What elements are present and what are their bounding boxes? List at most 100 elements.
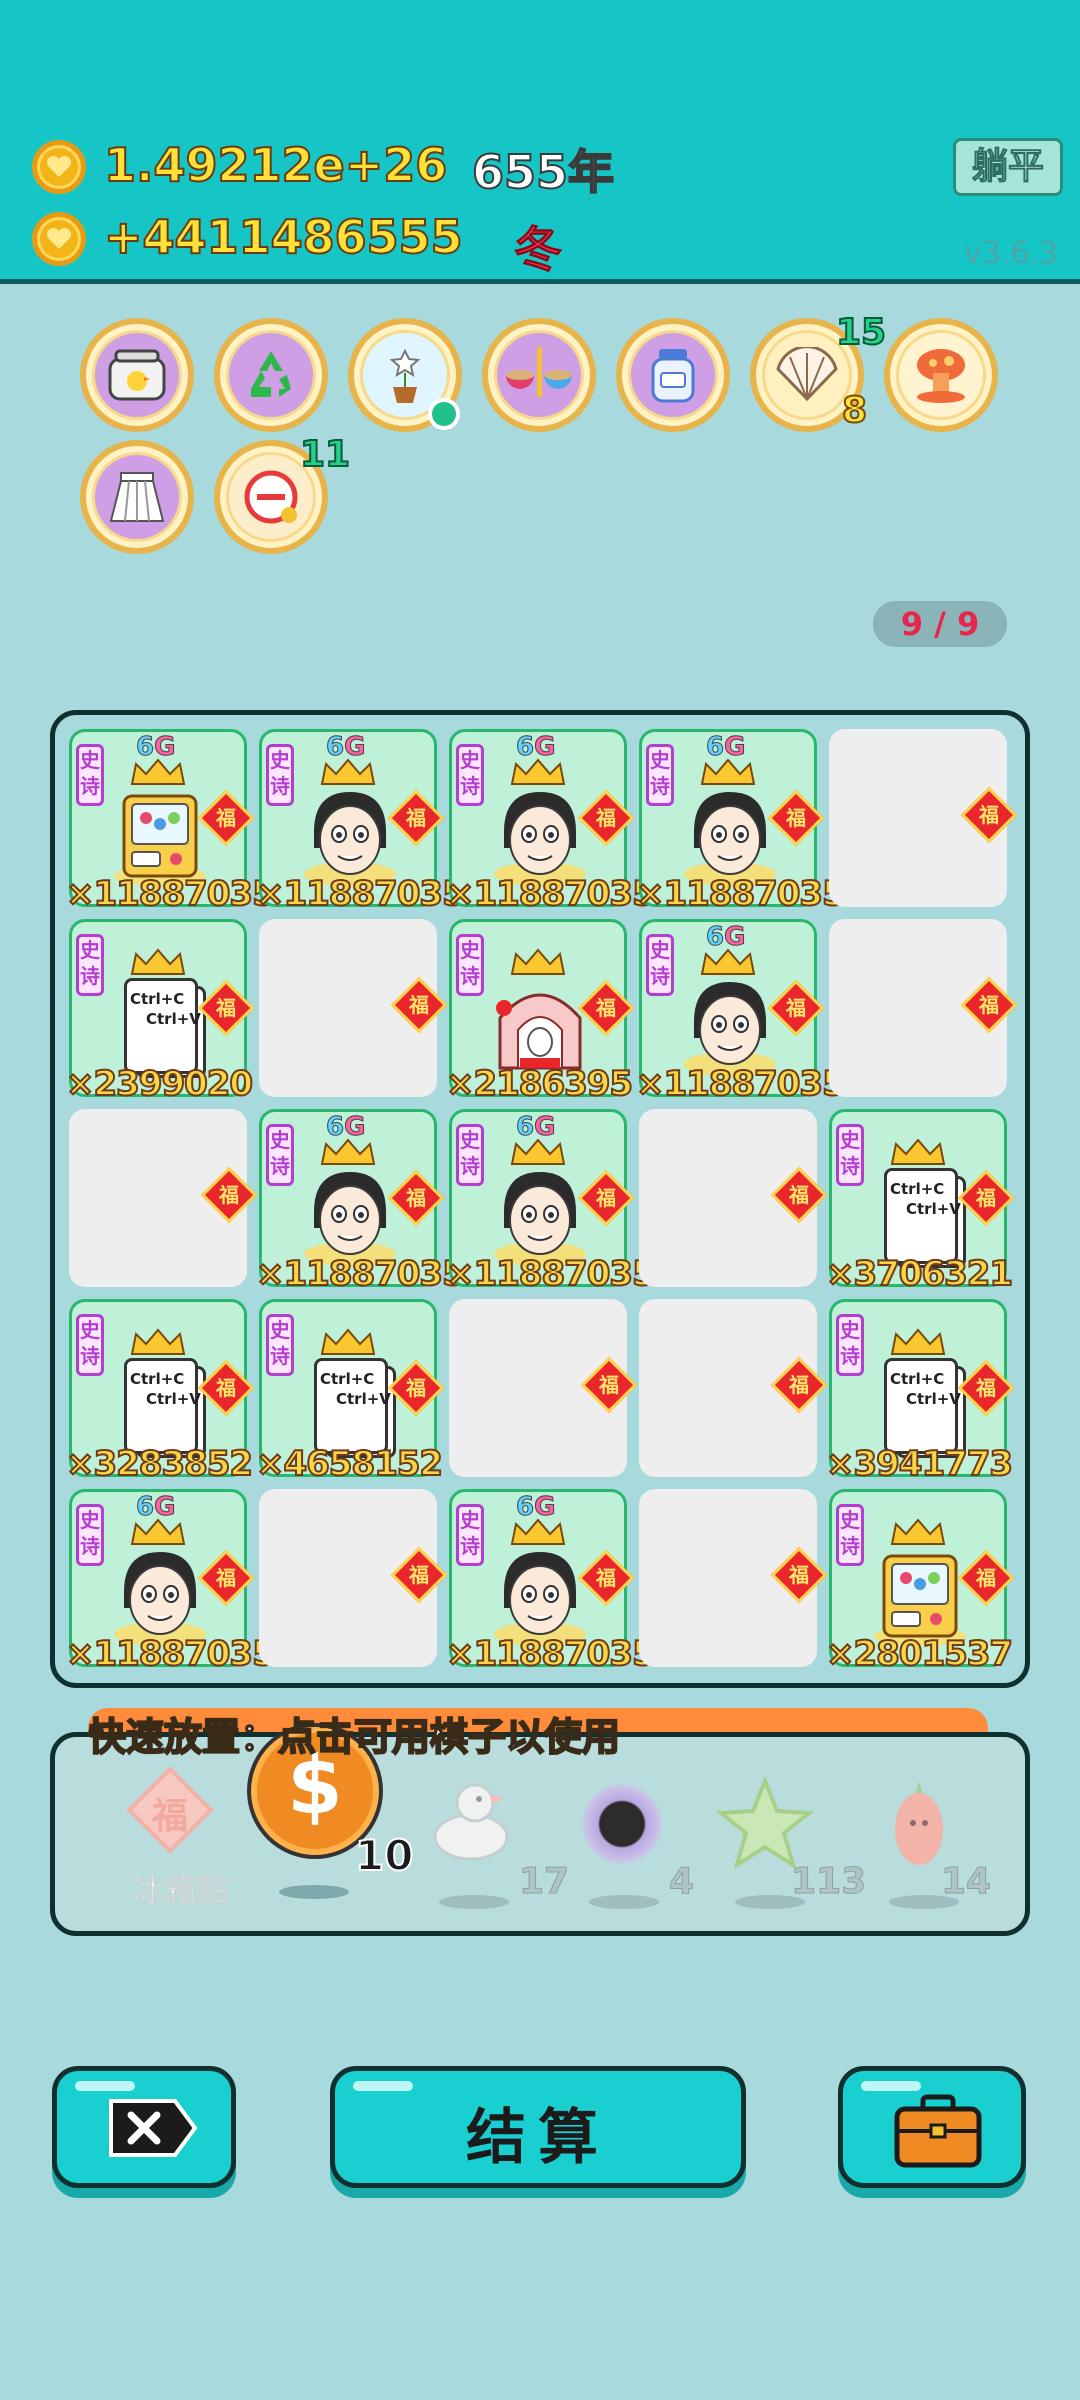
header-bar: 1.49212e+26 +4411486555 655年 冬 躺平 v3.6.3 [0,0,1080,284]
piece-count: ×11887035 [635,1063,847,1105]
delete-button[interactable] [52,2066,236,2188]
board-cell-face[interactable]: 史诗 6G 福 ×11887035 [635,729,847,915]
board-cell-empty[interactable]: 福 [829,729,1018,907]
perk-recycle[interactable] [214,318,328,432]
black-hole-shadow [589,1895,659,1909]
epic-tag: 史诗 [76,1314,104,1376]
board-cell-empty[interactable]: 福 [639,1109,828,1287]
board-cell-empty[interactable]: 福 [639,1299,828,1477]
epic-tag: 史诗 [836,1504,864,1566]
epic-tag: 史诗 [266,744,294,806]
board-cell-ctrlcv[interactable]: 史诗 Ctrl+C Ctrl+V 福 ×3941773 [825,1299,1015,1485]
dollar-coin-count: 10 [354,1830,414,1881]
perk-mushroom-cloud[interactable] [884,318,998,432]
board-cell-ctrlcv[interactable]: 史诗 Ctrl+C Ctrl+V 福 ×4658152 [255,1299,445,1485]
fu-badge: 福 [390,976,448,1034]
piece-count: ×4658152 [255,1443,444,1485]
dollar-coin-shadow [279,1885,349,1899]
button-shine [861,2081,921,2091]
board-cell-empty[interactable]: 福 [69,1109,258,1287]
face-icon [304,792,396,886]
chili-count: 14 [940,1861,992,1903]
star-shadow [735,1895,805,1909]
settle-button[interactable]: 结算 [330,2066,746,2188]
board-cell-face[interactable]: 史诗 6G 福 ×11887035 [255,1109,467,1295]
fridge-magnet-fu: 福 [151,1796,188,1837]
board-cell-ctrlcv[interactable]: 史诗 Ctrl+C Ctrl+V 福 ×3283852 [65,1299,255,1485]
piece-count: ×11887035 [445,1633,657,1675]
year-display: 655年 [471,144,615,200]
piece-count: ×3941773 [825,1443,1014,1485]
skirt-icon [95,455,179,539]
perk-rice-cooker[interactable] [80,318,194,432]
face-icon [494,792,586,886]
tray-item-chili[interactable]: 14 [871,1771,1011,1921]
coin-icon [32,140,86,194]
lie-flat-button[interactable]: 躺平 [953,138,1063,196]
coin-income: +4411486555 [103,209,464,265]
bowls-icon [497,333,581,417]
epic-tag: 史诗 [266,1314,294,1376]
tray-item-star[interactable]: 113 [711,1771,867,1921]
board-cell-face[interactable]: 史诗 6G 福 ×11887035 [445,1489,657,1675]
board-cell-face[interactable]: 史诗 6G 福 ×11887035 [65,1489,277,1675]
briefcase-button[interactable] [838,2066,1026,2188]
tray-item-black-hole[interactable]: 4 [571,1771,711,1921]
fu-badge: 福 [960,786,1018,844]
ctrl-cv-card: Ctrl+C Ctrl+V [110,1348,210,1458]
perk-skirt[interactable] [80,440,194,554]
tray-item-duck[interactable]: 17 [421,1771,570,1921]
board-cell-empty[interactable]: 福 [639,1489,828,1667]
board-cell-face[interactable]: 史诗 6G 福 ×11887035 [255,729,467,915]
settle-label: 结算 [466,2103,610,2173]
vending-machine-icon [874,1554,966,1646]
board-cell-face[interactable]: 史诗 6G 福 ×11887035 [635,919,847,1105]
tray-item-fridge-magnet[interactable]: 福 冰箱贴 [111,1766,251,1921]
duck-count: 17 [518,1861,570,1903]
board-cell-empty[interactable]: 福 [259,1489,448,1667]
perk-minus[interactable]: 11 [214,433,351,554]
perk-jar[interactable] [616,318,730,432]
board-cell-empty[interactable]: 福 [829,919,1018,1097]
star-icon [715,1775,815,1870]
piece-count: ×11887035 [445,1253,657,1295]
briefcase-icon [893,2093,983,2169]
fridge-magnet-label: 冰箱贴 [132,1871,229,1910]
board-cell-ctrlcv[interactable]: 史诗 Ctrl+C Ctrl+V 福 ×3706321 [825,1109,1015,1295]
fu-badge: 福 [960,976,1018,1034]
epic-tag: 史诗 [646,744,674,806]
rice-cooker-duck-icon [95,333,179,417]
perk-shell[interactable]: 15 8 [750,311,887,432]
perk-flower-pot[interactable] [348,318,462,432]
face-icon [684,982,776,1076]
perk-bowls[interactable] [482,318,596,432]
board-cell-empty[interactable]: 福 [259,919,448,1097]
chili-shadow [889,1895,959,1909]
ctrl-cv-card: Ctrl+C Ctrl+V [110,968,210,1078]
chili-icon [889,1777,949,1873]
epic-tag: 史诗 [836,1314,864,1376]
delete-icon [107,2097,199,2159]
piece-count: ×11887035 [65,873,277,915]
version-label: v3.6.3 [964,236,1059,271]
epic-tag: 史诗 [456,1504,484,1566]
board-cell-face[interactable]: 史诗 6G 福 ×11887035 [445,1109,657,1295]
board-cell-lantern-house[interactable]: 史诗福 ×2186395 [445,919,635,1105]
ctrl-cv-card: Ctrl+C Ctrl+V [870,1158,970,1268]
button-shine [75,2081,135,2091]
board-cell-face[interactable]: 史诗 6G 福 ×11887035 [445,729,657,915]
board-cell-ctrlcv[interactable]: 史诗 Ctrl+C Ctrl+V 福 ×2399020 [65,919,255,1105]
season-display: 冬 [513,222,563,279]
board-cell-vending[interactable]: 史诗福 ×2801537 [825,1489,1015,1675]
black-hole-count: 4 [668,1861,695,1903]
piece-count: ×11887035 [255,873,467,915]
epic-tag: 史诗 [76,934,104,996]
board-cell-empty[interactable]: 福 [449,1299,638,1477]
fu-badge: 福 [770,1546,828,1604]
epic-tag: 史诗 [76,1504,104,1566]
piece-count: ×11887035 [635,873,847,915]
piece-count: ×11887035 [445,873,657,915]
board-cell-vending[interactable]: 史诗 6G 福 ×11887035 [65,729,277,915]
vending-machine-icon [114,794,206,886]
epic-tag: 史诗 [836,1124,864,1186]
